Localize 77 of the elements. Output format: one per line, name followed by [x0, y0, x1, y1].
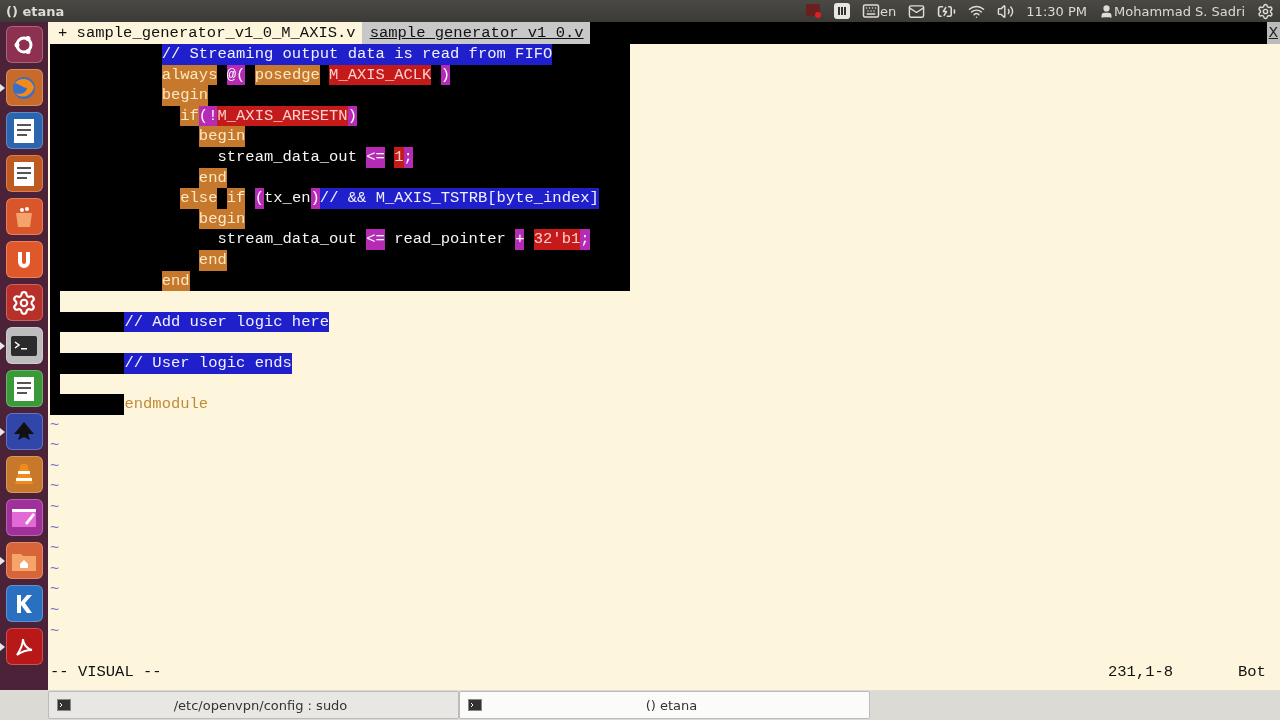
volume-icon[interactable] — [997, 2, 1015, 20]
kde-app-launcher[interactable] — [5, 585, 43, 622]
mail-icon[interactable] — [908, 2, 926, 20]
code-text: // Streaming output data is read from FIFO — [161, 44, 553, 65]
code-text: ; — [580, 229, 590, 250]
empty-line-marker: ~ — [50, 559, 60, 578]
empty-line-marker: ~ — [50, 436, 60, 455]
code-text: ; — [403, 146, 413, 168]
globe-icon — [11, 74, 37, 101]
empty-line-marker: ~ — [50, 539, 60, 558]
code-text: // User logic ends — [124, 352, 292, 374]
document-icon — [13, 160, 35, 187]
empty-line-marker: ~ — [50, 498, 60, 517]
empty-line-marker: ~ — [50, 580, 60, 599]
empty-line-marker: ~ — [50, 477, 60, 496]
code-text: else — [180, 188, 218, 209]
browser-launcher[interactable] — [5, 69, 43, 106]
editor-tab[interactable]: sample_generator_v1_0.v — [361, 22, 590, 44]
media-player-launcher[interactable] — [5, 456, 43, 493]
keyboard-layout[interactable]: en — [880, 3, 897, 19]
spreadsheet-launcher[interactable] — [5, 370, 43, 407]
cursor-position: 231,1-8 — [1108, 662, 1175, 683]
code-text: begin — [161, 85, 209, 106]
code-text: begin — [198, 126, 246, 147]
code-text: M_AXIS_ACLK — [329, 64, 432, 86]
dash-button[interactable] — [5, 26, 43, 63]
presentation-launcher[interactable] — [5, 155, 43, 192]
indicator-icon — [806, 4, 823, 18]
document-icon — [13, 375, 35, 402]
code-text: if — [226, 188, 246, 209]
code-text: <= — [366, 146, 385, 168]
code-text: ) — [310, 188, 320, 209]
code-text: // Add user logic here — [124, 311, 330, 333]
code-text: ) — [440, 64, 451, 86]
code-text: // && M_AXIS_TSTRB[byte_index] — [319, 188, 599, 209]
empty-line-marker: ~ — [50, 621, 60, 640]
settings-launcher[interactable] — [5, 284, 43, 321]
editor-tab[interactable]: + sample_generator_v1_0_M_AXIS.v — [50, 22, 362, 44]
code-text: M_AXIS_ARESETN — [217, 105, 348, 127]
terminal-icon — [10, 334, 38, 357]
code-text: ) — [347, 105, 357, 127]
mode-indicator: -- VISUAL -- — [50, 662, 162, 683]
code-text: <= — [366, 229, 385, 250]
files-launcher[interactable] — [5, 542, 43, 579]
empty-line-marker: ~ — [50, 601, 60, 620]
writer-launcher[interactable] — [5, 112, 43, 149]
messaging-icon — [834, 3, 851, 19]
code-text: endmodule — [124, 394, 209, 415]
terminal-launcher[interactable] — [5, 327, 43, 364]
user-name[interactable]: Mohammad S. Sadri — [1114, 3, 1245, 19]
window-title: () etana — [6, 3, 65, 19]
terminal-icon — [468, 699, 482, 711]
code-text: if — [180, 105, 199, 127]
empty-line-marker: ~ — [50, 415, 60, 434]
taskbar-button[interactable]: () etana — [459, 691, 870, 719]
code-text: 32'b1 — [533, 229, 581, 250]
gear-icon — [11, 289, 37, 316]
settings-icon[interactable] — [1257, 2, 1274, 20]
empty-line-marker: ~ — [50, 456, 60, 475]
cloud-launcher[interactable] — [5, 241, 43, 278]
taskbar-button[interactable]: /etc/openvpn/config : sudo — [48, 691, 459, 719]
document-icon — [13, 117, 35, 144]
clock[interactable]: 11:30 PM — [1026, 3, 1087, 19]
code-text: + — [515, 229, 525, 250]
software-center-launcher[interactable] — [5, 198, 43, 235]
user-icon[interactable] — [1099, 3, 1114, 19]
pdf-reader-launcher[interactable] — [5, 628, 43, 665]
empty-line-marker: ~ — [50, 518, 60, 537]
close-tab-button[interactable]: X — [1266, 22, 1280, 44]
scroll-position: Bot — [1238, 662, 1267, 683]
vector-editor-launcher[interactable] — [5, 413, 43, 450]
code-text: 1 — [394, 146, 404, 168]
keyboard-icon[interactable] — [862, 2, 881, 20]
code-text: ( — [254, 188, 264, 209]
film-icon — [11, 506, 37, 529]
video-editor-launcher[interactable] — [5, 499, 43, 536]
terminal-icon — [57, 699, 71, 711]
